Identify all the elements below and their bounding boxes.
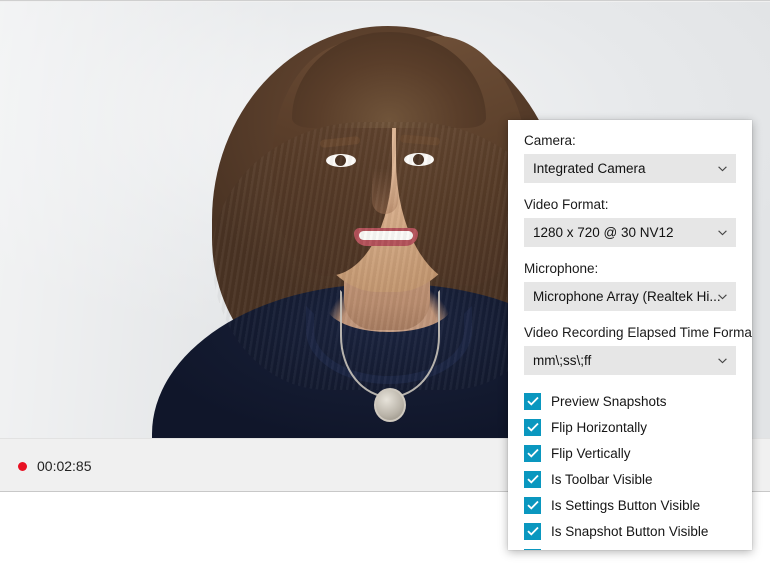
field-elapsed-time-format: Video Recording Elapsed Time Format: mm\… — [524, 324, 752, 375]
checkbox-row-flip-vertically[interactable]: Flip Vertically — [524, 440, 736, 466]
checkbox-row-is-settings-button-visible[interactable]: Is Settings Button Visible — [524, 492, 736, 518]
checkbox-label: Flip Vertically — [551, 445, 631, 461]
checkbox-label: Preview Snapshots — [551, 393, 667, 409]
chevron-down-icon — [718, 293, 727, 300]
microphone-label: Microphone: — [524, 261, 599, 276]
checkbox-label: Is Toolbar Visible — [551, 471, 653, 487]
checkmark-icon[interactable] — [524, 548, 541, 550]
field-microphone: Microphone: Microphone Array (Realtek Hi… — [524, 260, 736, 311]
checkbox-label: Is Settings Button Visible — [551, 497, 701, 513]
microphone-dropdown[interactable]: Microphone Array (Realtek Hi... — [524, 282, 736, 311]
recording-indicator-icon — [18, 461, 27, 471]
chevron-down-icon — [718, 229, 727, 236]
video-format-dropdown-value: 1280 x 720 @ 30 NV12 — [533, 225, 674, 240]
checkmark-icon[interactable] — [524, 470, 541, 488]
settings-panel: Camera: Integrated Camera Video Format: … — [508, 120, 752, 550]
elapsed-time-text: 00:02:85 — [37, 458, 92, 474]
camera-dropdown[interactable]: Integrated Camera — [524, 154, 736, 183]
checkmark-icon[interactable] — [524, 418, 541, 436]
checkbox-row-is-toolbar-visible[interactable]: Is Toolbar Visible — [524, 466, 736, 492]
chevron-down-icon — [718, 165, 727, 172]
elapsed-time-format-label: Video Recording Elapsed Time Format: — [524, 325, 752, 340]
checkbox-label: Is Recording Button Visible — [551, 550, 713, 551]
checkmark-icon[interactable] — [524, 444, 541, 462]
field-camera: Camera: Integrated Camera — [524, 132, 736, 183]
camera-label: Camera: — [524, 133, 576, 148]
checkbox-row-flip-horizontally[interactable]: Flip Horizontally — [524, 414, 736, 440]
microphone-dropdown-value: Microphone Array (Realtek Hi... — [533, 289, 721, 304]
checkmark-icon[interactable] — [524, 522, 541, 540]
checkbox-row-is-recording-button-visible[interactable]: Is Recording Button Visible — [524, 544, 736, 550]
necklace-pendant — [374, 388, 406, 422]
elapsed-time-format-dropdown-value: mm\;ss\;ff — [533, 353, 592, 368]
checkbox-label: Is Snapshot Button Visible — [551, 523, 709, 539]
settings-checkbox-list: Preview Snapshots Flip Horizontally Flip… — [524, 388, 736, 550]
video-format-dropdown[interactable]: 1280 x 720 @ 30 NV12 — [524, 218, 736, 247]
video-format-label: Video Format: — [524, 197, 609, 212]
chevron-down-icon — [718, 357, 727, 364]
checkbox-label: Flip Horizontally — [551, 419, 648, 435]
recording-label: 00:02:85 — [18, 439, 92, 491]
checkmark-icon[interactable] — [524, 392, 541, 410]
checkbox-row-preview-snapshots[interactable]: Preview Snapshots — [524, 388, 736, 414]
app-root: 00:02:85 Camera: Integrated Camera Video… — [0, 0, 770, 570]
field-video-format: Video Format: 1280 x 720 @ 30 NV12 — [524, 196, 736, 247]
checkbox-row-is-snapshot-button-visible[interactable]: Is Snapshot Button Visible — [524, 518, 736, 544]
elapsed-time-format-dropdown[interactable]: mm\;ss\;ff — [524, 346, 736, 375]
camera-dropdown-value: Integrated Camera — [533, 161, 646, 176]
checkmark-icon[interactable] — [524, 496, 541, 514]
